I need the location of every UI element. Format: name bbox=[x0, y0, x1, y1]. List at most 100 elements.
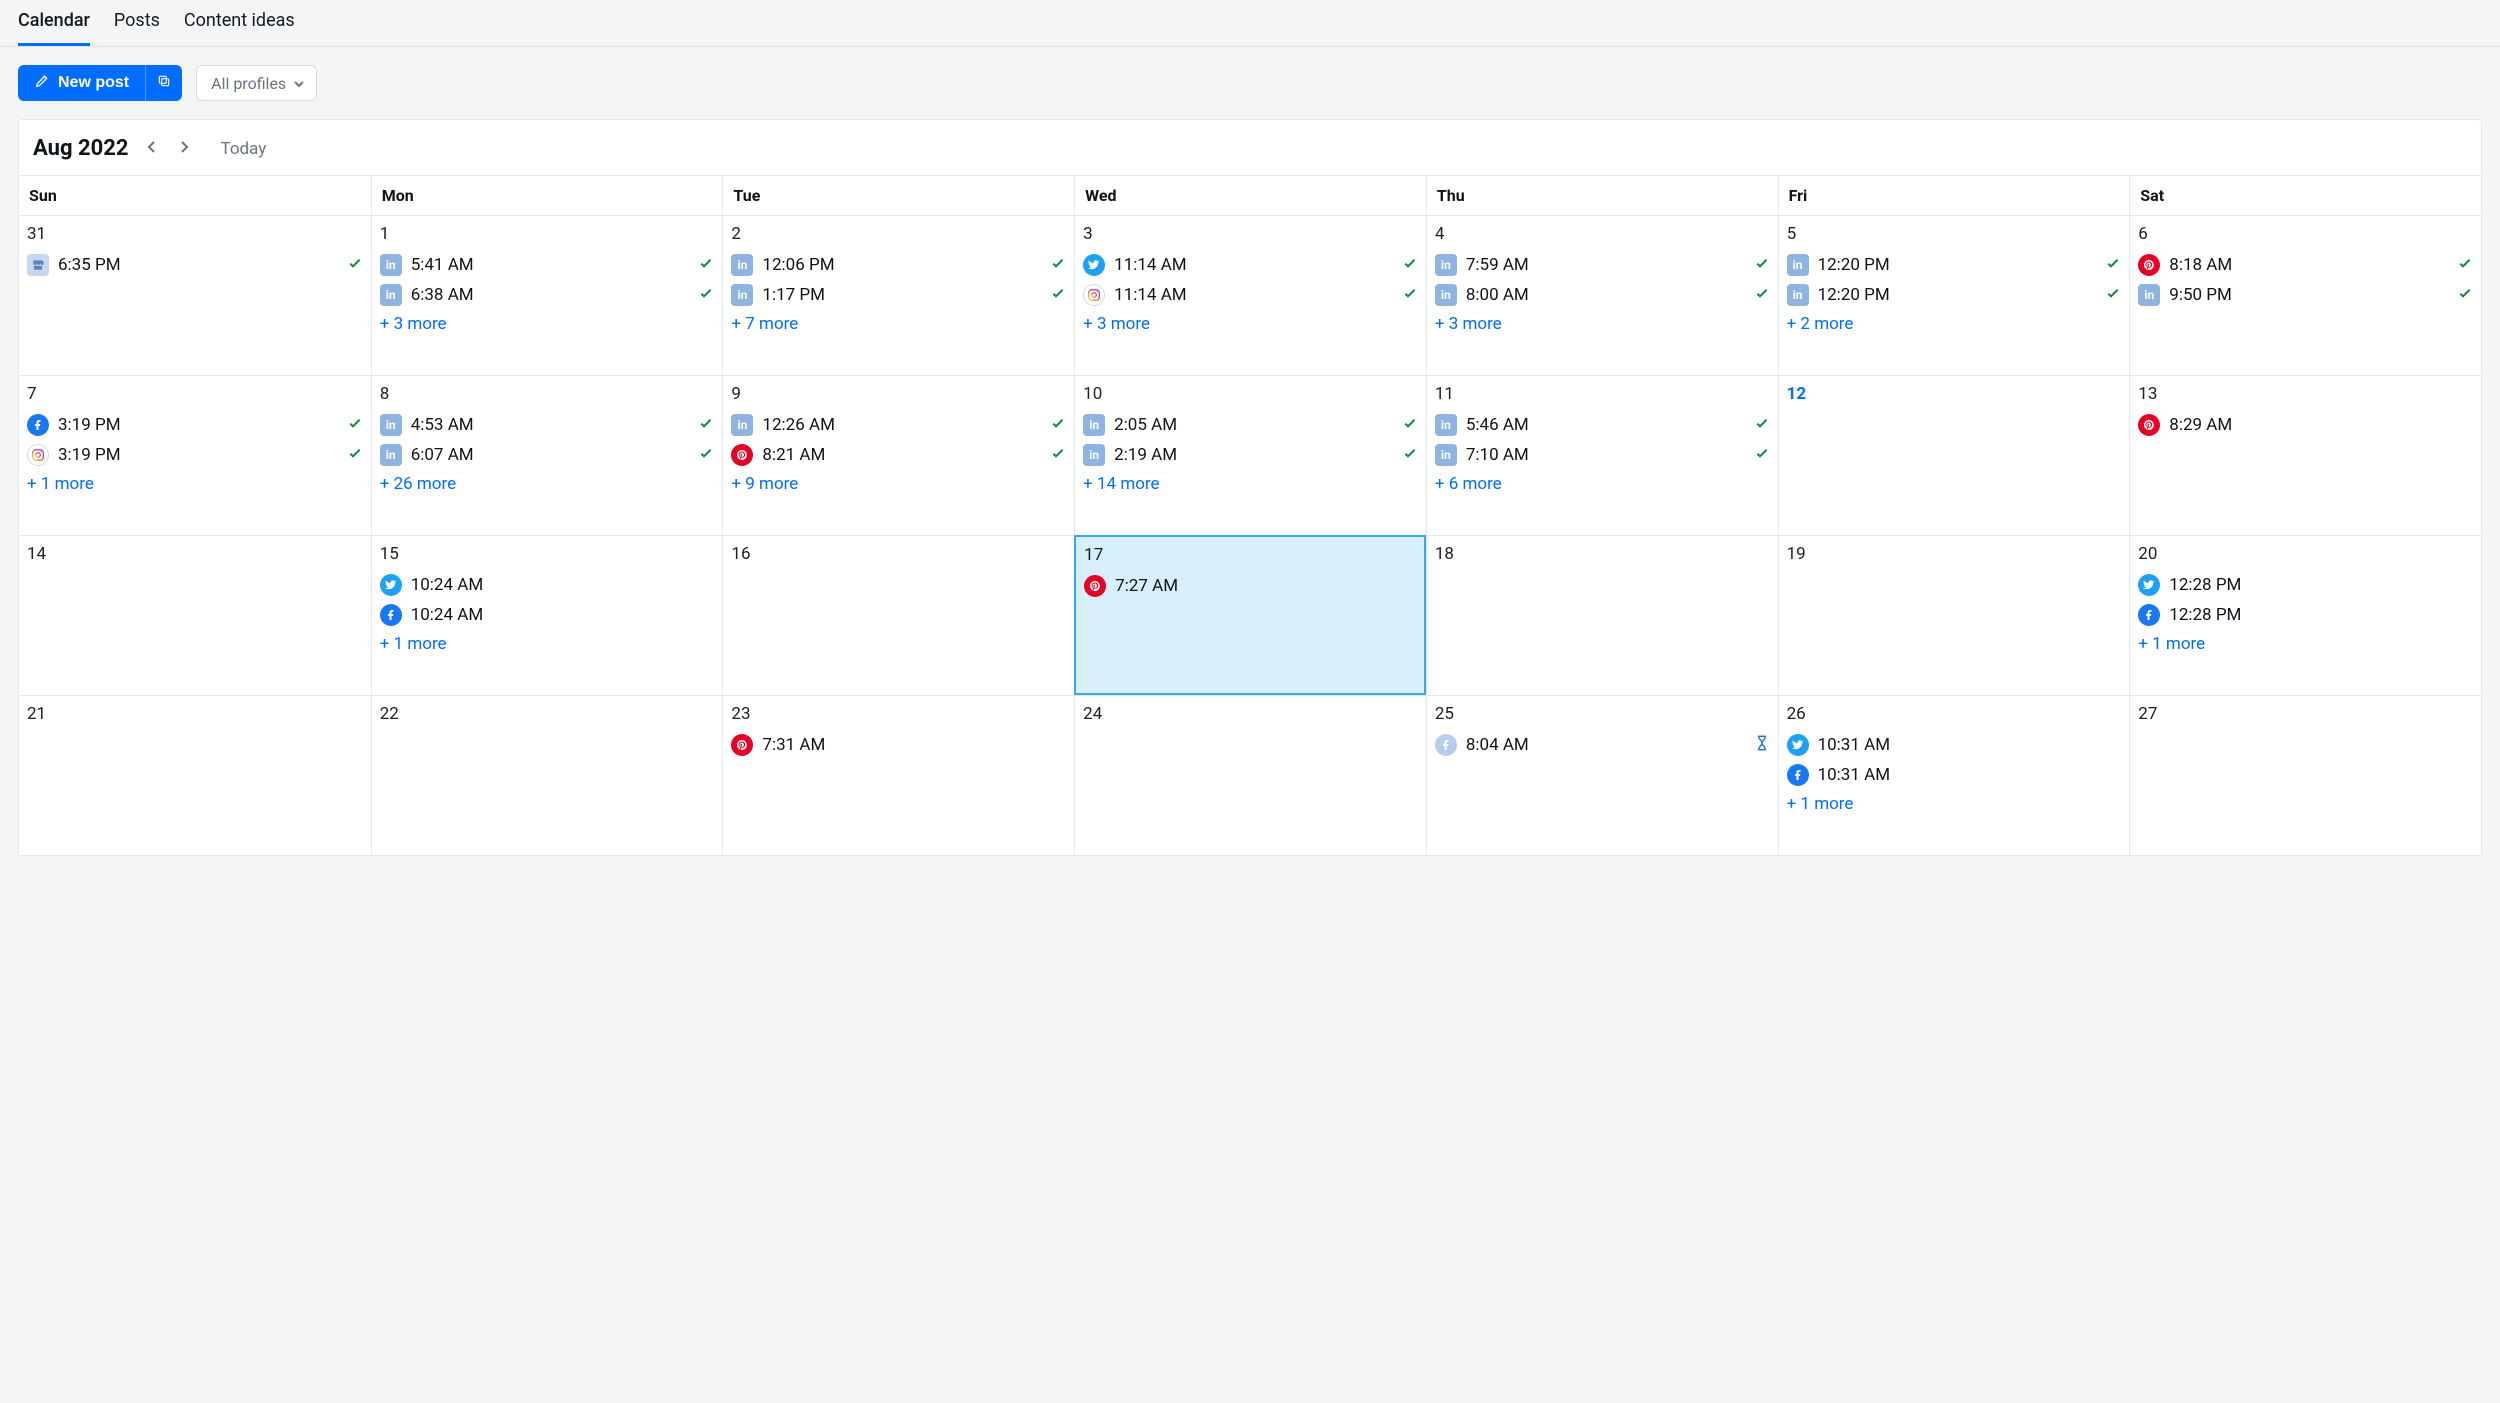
scheduled-post[interactable]: in9:50 PM bbox=[2138, 280, 2473, 310]
scheduled-post[interactable]: 6:35 PM bbox=[27, 250, 363, 280]
scheduled-post[interactable]: 8:04 AM bbox=[1435, 730, 1770, 760]
scheduled-post[interactable]: in8:00 AM bbox=[1435, 280, 1770, 310]
day-cell[interactable]: 237:31 AM bbox=[722, 695, 1074, 855]
day-cell[interactable]: 14 bbox=[19, 535, 371, 695]
post-time: 6:38 AM bbox=[411, 285, 474, 305]
scheduled-post[interactable]: 12:28 PM bbox=[2138, 570, 2473, 600]
more-posts-link[interactable]: + 1 more bbox=[2138, 630, 2473, 654]
scheduled-post[interactable]: 3:19 PM bbox=[27, 440, 363, 470]
check-icon bbox=[698, 285, 714, 306]
post-time: 7:27 AM bbox=[1115, 576, 1178, 596]
day-cell[interactable]: 2610:31 AM10:31 AM+ 1 more bbox=[1778, 695, 2130, 855]
scheduled-post[interactable]: in2:19 AM bbox=[1083, 440, 1418, 470]
day-cell[interactable]: 177:27 AM bbox=[1074, 535, 1426, 695]
day-number: 22 bbox=[380, 704, 715, 724]
twitter-icon bbox=[1787, 734, 1809, 756]
day-cell[interactable]: 2012:28 PM12:28 PM+ 1 more bbox=[2129, 535, 2481, 695]
scheduled-post[interactable]: in5:46 AM bbox=[1435, 410, 1770, 440]
scheduled-post[interactable]: 7:31 AM bbox=[731, 730, 1066, 760]
more-posts-link[interactable]: + 3 more bbox=[1083, 310, 1418, 334]
profile-filter[interactable]: All profiles bbox=[196, 65, 317, 101]
day-cell[interactable]: 258:04 AM bbox=[1426, 695, 1778, 855]
day-cell[interactable]: 138:29 AM bbox=[2129, 375, 2481, 535]
day-cell[interactable]: 16 bbox=[722, 535, 1074, 695]
day-cell[interactable]: 311:14 AM11:14 AM+ 3 more bbox=[1074, 215, 1426, 375]
more-posts-link[interactable]: + 1 more bbox=[27, 470, 363, 494]
linkedin-icon: in bbox=[1435, 254, 1457, 276]
more-posts-link[interactable]: + 1 more bbox=[380, 630, 715, 654]
scheduled-post[interactable]: in12:20 PM bbox=[1787, 250, 2122, 280]
day-cell[interactable]: 316:35 PM bbox=[19, 215, 371, 375]
check-icon bbox=[1754, 415, 1770, 436]
more-posts-link[interactable]: + 9 more bbox=[731, 470, 1066, 494]
scheduled-post[interactable]: 10:24 AM bbox=[380, 570, 715, 600]
prev-month-button[interactable] bbox=[143, 140, 161, 158]
scheduled-post[interactable]: 12:28 PM bbox=[2138, 600, 2473, 630]
scheduled-post[interactable]: in6:38 AM bbox=[380, 280, 715, 310]
day-cell[interactable]: 10in2:05 AMin2:19 AM+ 14 more bbox=[1074, 375, 1426, 535]
next-month-button[interactable] bbox=[175, 140, 193, 158]
check-icon bbox=[1050, 415, 1066, 436]
tab-posts[interactable]: Posts bbox=[114, 10, 160, 46]
scheduled-post[interactable]: 8:21 AM bbox=[731, 440, 1066, 470]
new-post-button[interactable]: New post bbox=[18, 65, 182, 101]
scheduled-post[interactable]: 11:14 AM bbox=[1083, 280, 1418, 310]
weekday-header: Fri bbox=[1778, 175, 2130, 215]
day-number: 9 bbox=[731, 384, 1066, 404]
scheduled-post[interactable]: 10:31 AM bbox=[1787, 760, 2122, 790]
today-button[interactable]: Today bbox=[221, 139, 267, 159]
linkedin-icon: in bbox=[1787, 284, 1809, 306]
linkedin-icon: in bbox=[1787, 254, 1809, 276]
scheduled-post[interactable]: 10:24 AM bbox=[380, 600, 715, 630]
day-cell[interactable]: 18 bbox=[1426, 535, 1778, 695]
new-post-split[interactable] bbox=[146, 65, 182, 101]
day-cell[interactable]: 9 in12:26 AM8:21 AM+ 9 more bbox=[722, 375, 1074, 535]
check-icon bbox=[1050, 285, 1066, 306]
more-posts-link[interactable]: + 6 more bbox=[1435, 470, 1770, 494]
scheduled-post[interactable]: 3:19 PM bbox=[27, 410, 363, 440]
day-cell[interactable]: 12 bbox=[1778, 375, 2130, 535]
check-icon bbox=[1402, 415, 1418, 436]
scheduled-post[interactable]: 7:27 AM bbox=[1084, 571, 1416, 601]
day-cell[interactable]: 5in12:20 PMin12:20 PM+ 2 more bbox=[1778, 215, 2130, 375]
scheduled-post[interactable]: in6:07 AM bbox=[380, 440, 715, 470]
day-cell[interactable]: 22 bbox=[371, 695, 723, 855]
day-cell[interactable]: 1in5:41 AMin6:38 AM+ 3 more bbox=[371, 215, 723, 375]
day-cell[interactable]: 4in7:59 AMin8:00 AM+ 3 more bbox=[1426, 215, 1778, 375]
day-cell[interactable]: 68:18 AMin9:50 PM bbox=[2129, 215, 2481, 375]
more-posts-link[interactable]: + 14 more bbox=[1083, 470, 1418, 494]
scheduled-post[interactable]: in12:06 PM bbox=[731, 250, 1066, 280]
day-cell[interactable]: 24 bbox=[1074, 695, 1426, 855]
day-cell[interactable]: 27 bbox=[2129, 695, 2481, 855]
more-posts-link[interactable]: + 26 more bbox=[380, 470, 715, 494]
more-posts-link[interactable]: + 3 more bbox=[1435, 310, 1770, 334]
more-posts-link[interactable]: + 7 more bbox=[731, 310, 1066, 334]
scheduled-post[interactable]: in12:20 PM bbox=[1787, 280, 2122, 310]
tab-calendar[interactable]: Calendar bbox=[18, 10, 90, 46]
day-cell[interactable]: 1510:24 AM10:24 AM+ 1 more bbox=[371, 535, 723, 695]
scheduled-post[interactable]: in12:26 AM bbox=[731, 410, 1066, 440]
day-cell[interactable]: 2in12:06 PMin1:17 PM+ 7 more bbox=[722, 215, 1074, 375]
scheduled-post[interactable]: 8:18 AM bbox=[2138, 250, 2473, 280]
scheduled-post[interactable]: in5:41 AM bbox=[380, 250, 715, 280]
tab-content-ideas[interactable]: Content ideas bbox=[184, 10, 295, 46]
day-cell[interactable]: 21 bbox=[19, 695, 371, 855]
day-cell[interactable]: 73:19 PM3:19 PM+ 1 more bbox=[19, 375, 371, 535]
day-cell[interactable]: 8in4:53 AMin6:07 AM+ 26 more bbox=[371, 375, 723, 535]
scheduled-post[interactable]: 11:14 AM bbox=[1083, 250, 1418, 280]
scheduled-post[interactable]: in2:05 AM bbox=[1083, 410, 1418, 440]
more-posts-link[interactable]: + 3 more bbox=[380, 310, 715, 334]
scheduled-post[interactable]: in7:59 AM bbox=[1435, 250, 1770, 280]
day-cell[interactable]: 11in5:46 AMin7:10 AM+ 6 more bbox=[1426, 375, 1778, 535]
linkedin-icon: in bbox=[731, 414, 753, 436]
day-cell[interactable]: 19 bbox=[1778, 535, 2130, 695]
post-time: 4:53 AM bbox=[411, 415, 474, 435]
scheduled-post[interactable]: in1:17 PM bbox=[731, 280, 1066, 310]
scheduled-post[interactable]: in7:10 AM bbox=[1435, 440, 1770, 470]
more-posts-link[interactable]: + 2 more bbox=[1787, 310, 2122, 334]
pinterest-icon bbox=[731, 734, 753, 756]
scheduled-post[interactable]: 8:29 AM bbox=[2138, 410, 2473, 440]
more-posts-link[interactable]: + 1 more bbox=[1787, 790, 2122, 814]
scheduled-post[interactable]: 10:31 AM bbox=[1787, 730, 2122, 760]
scheduled-post[interactable]: in4:53 AM bbox=[380, 410, 715, 440]
